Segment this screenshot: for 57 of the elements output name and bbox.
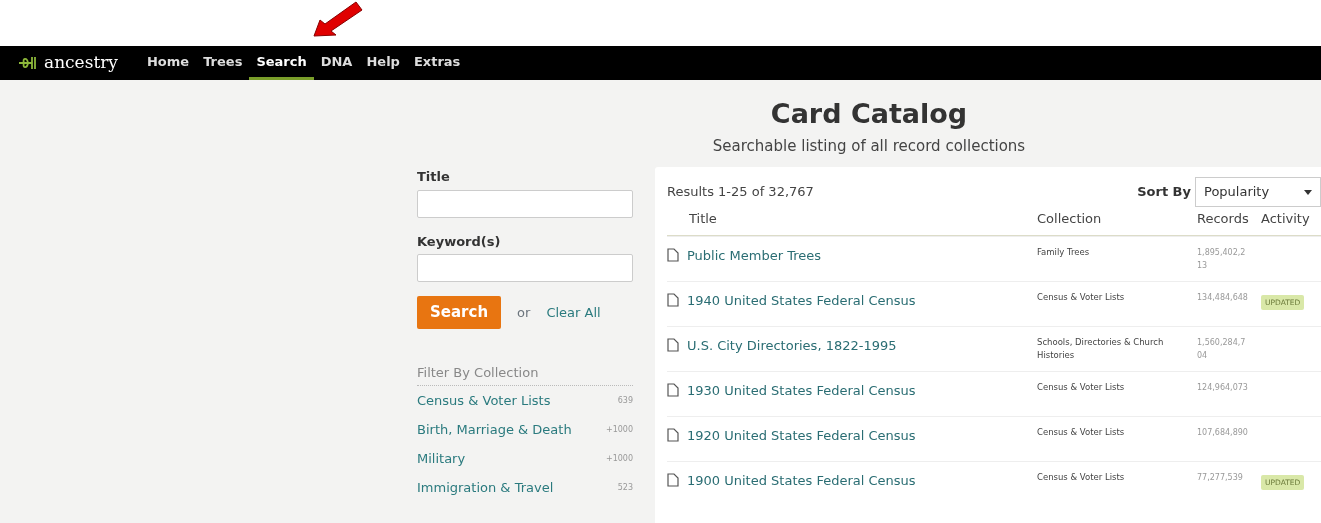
filter-link[interactable]: Immigration & Travel (417, 477, 554, 498)
nav-tab[interactable]: Home (139, 46, 197, 80)
filter-link[interactable]: Birth, Marriage & Death (417, 419, 572, 440)
nav-tab[interactable]: Help (359, 46, 407, 80)
pointer-arrow-icon (312, 0, 364, 38)
logo[interactable]: ancestry (18, 50, 118, 76)
column-header: Records (1197, 211, 1249, 226)
record-count: 1,895,402,213 (1197, 247, 1246, 271)
column-header: Title (689, 210, 717, 228)
clear-all-link[interactable]: Clear All (546, 302, 601, 322)
page-subtitle: Searchable listing of all record collections (711, 135, 1027, 157)
document-icon (667, 292, 679, 307)
record-count: 124,964,073 (1197, 382, 1248, 392)
record-count: 1,560,284,704 (1197, 337, 1246, 361)
collection-title-link[interactable]: U.S. City Directories, 1822-1995 (687, 335, 897, 355)
field-label: Title (417, 168, 451, 186)
column-header: Collection (1037, 211, 1102, 226)
sort-dropdown[interactable]: Popularity (1195, 177, 1321, 207)
caret-icon (1304, 189, 1312, 195)
document-icon (667, 427, 679, 442)
filter-count: +1000 (605, 423, 633, 436)
filter-count: 639 (617, 394, 633, 407)
collection-name: Census & Voter Lists (1037, 471, 1125, 482)
collection-title-link[interactable]: 1930 United States Federal Census (687, 380, 916, 400)
document-icon (667, 337, 679, 352)
filter-heading: Filter By Collection (417, 362, 633, 386)
collection-name: Family Trees (1037, 246, 1090, 257)
field-label: Keyword(s) (417, 232, 502, 251)
collection-name: Schools, Directories & Church Histories (1037, 336, 1164, 361)
collection-name: Census & Voter Lists (1037, 381, 1125, 392)
nav-tab[interactable]: Search (249, 46, 314, 80)
record-count: 77,277,539 (1197, 472, 1243, 482)
record-count: 134,484,648 (1197, 292, 1248, 302)
nav-tab[interactable]: Extras (406, 46, 468, 80)
input-field[interactable] (417, 254, 633, 282)
nav-tab[interactable]: Trees (196, 46, 250, 80)
page-title: Card Catalog (769, 97, 969, 131)
nav-tab[interactable]: DNA (313, 46, 360, 80)
document-icon (667, 382, 679, 397)
filter-link[interactable]: Military (417, 448, 466, 469)
filter-count: +1000 (605, 452, 633, 465)
collection-name: Census & Voter Lists (1037, 426, 1125, 437)
filter-link[interactable]: Census & Voter Lists (417, 390, 551, 411)
record-count: 107,684,890 (1197, 427, 1248, 437)
collection-name: Census & Voter Lists (1037, 291, 1125, 302)
sort-label: Sort By (1137, 183, 1191, 202)
collection-title-link[interactable]: Public Member Trees (687, 245, 822, 265)
filter-count: 523 (617, 481, 633, 494)
document-icon (667, 247, 679, 262)
collection-title-link[interactable]: 1920 United States Federal Census (687, 425, 916, 445)
document-icon (667, 472, 679, 487)
collection-title-link[interactable]: 1940 United States Federal Census (687, 290, 916, 310)
results-count: Results 1-25 of 32,767 (667, 183, 814, 202)
collection-title-link[interactable]: 1900 United States Federal Census (687, 470, 916, 490)
or-text: or (517, 303, 531, 322)
input-field[interactable] (417, 189, 633, 218)
column-header: Activity (1261, 211, 1310, 226)
